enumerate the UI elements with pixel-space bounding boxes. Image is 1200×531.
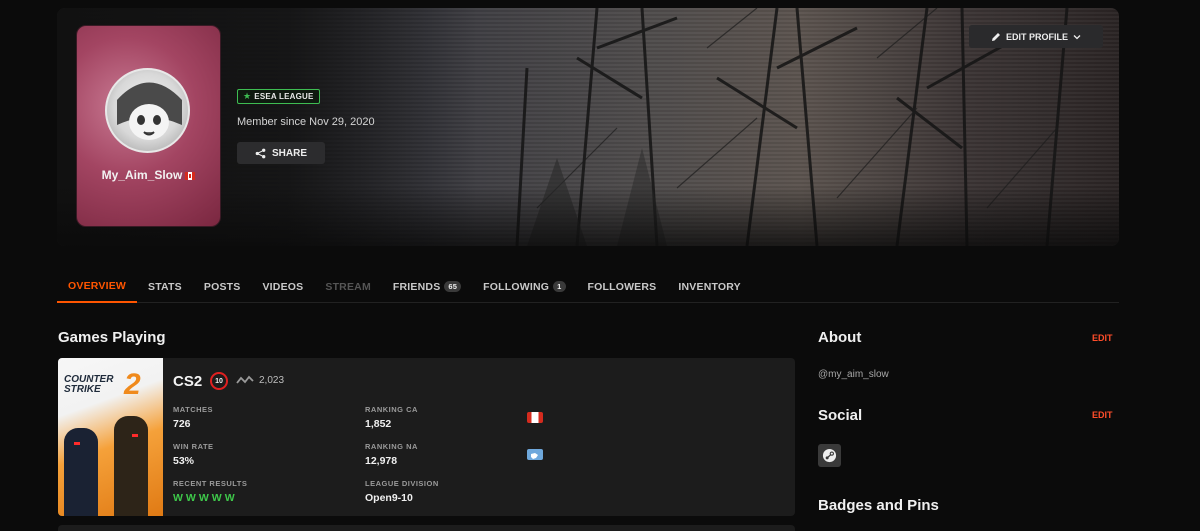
result-win: W <box>224 492 235 504</box>
about-edit-button[interactable]: EDIT <box>1092 333 1113 343</box>
matches-value: 726 <box>173 418 191 430</box>
friends-count-badge: 65 <box>444 281 462 292</box>
result-win: W <box>198 492 209 504</box>
badges-title: Badges and Pins <box>818 497 939 514</box>
ranking-ca-label: RANKING CA <box>365 405 418 414</box>
member-since: Member since Nov 29, 2020 <box>237 116 375 128</box>
game-art-number: 2 <box>124 368 141 401</box>
profile-handle: @my_aim_slow <box>818 369 889 380</box>
canada-flag-icon <box>185 171 196 180</box>
profile-tabs: OVERVIEW STATS POSTS VIDEOS STREAM FRIEN… <box>57 270 1119 303</box>
cs2-game-art: COUNTER STRIKE 2 <box>58 358 163 516</box>
soldier-figure <box>114 416 148 516</box>
esea-badge-label: ESEA LEAGUE <box>254 92 314 101</box>
avatar[interactable] <box>105 68 190 153</box>
elo-icon <box>236 375 254 384</box>
steam-icon <box>822 448 837 463</box>
result-win: W <box>211 492 222 504</box>
win-rate-label: WIN RATE <box>173 442 214 451</box>
avatar-image <box>117 82 182 140</box>
ranking-na-label: RANKING NA <box>365 442 418 451</box>
result-win: W <box>173 492 183 504</box>
tab-following[interactable]: FOLLOWING 1 <box>472 270 576 303</box>
game-art-line2: STRIKE <box>64 384 101 395</box>
tab-followers[interactable]: FOLLOWERS <box>577 270 668 303</box>
tab-stream[interactable]: STREAM <box>314 270 382 303</box>
win-rate-value: 53% <box>173 455 195 467</box>
league-division-label: LEAGUE DIVISION <box>365 479 439 488</box>
tab-videos[interactable]: VIDEOS <box>251 270 314 303</box>
ranking-na-value: 12,978 <box>365 455 398 467</box>
username: My_Aim_Slow <box>76 168 221 182</box>
soldier-figure <box>64 428 98 516</box>
about-title: About <box>818 329 862 346</box>
tab-overview[interactable]: OVERVIEW <box>57 270 138 303</box>
recent-results: WWWWW <box>173 492 238 504</box>
esea-league-badge[interactable]: ★ ESEA LEAGUE <box>237 89 320 104</box>
recent-results-label: RECENT RESULTS <box>173 479 248 488</box>
steam-link-button[interactable] <box>818 444 841 467</box>
share-button[interactable]: SHARE <box>237 142 325 164</box>
game-card[interactable] <box>58 525 795 531</box>
edit-profile-label: EDIT PROFILE <box>1005 31 1068 42</box>
share-icon <box>255 148 266 158</box>
tab-inventory[interactable]: INVENTORY <box>667 270 751 303</box>
canada-flag-icon <box>527 412 543 423</box>
ranking-ca-value: 1,852 <box>365 418 392 430</box>
game-card-cs2[interactable]: COUNTER STRIKE 2 <box>58 358 795 516</box>
league-division-value: Open9-10 <box>365 492 413 504</box>
social-title: Social <box>818 407 863 424</box>
elo-value: 2,023 <box>259 375 285 386</box>
tab-friends[interactable]: FRIENDS 65 <box>382 270 472 303</box>
skill-level-badge: 10 <box>210 372 228 390</box>
tab-posts[interactable]: POSTS <box>193 270 252 303</box>
tab-stats[interactable]: STATS <box>137 270 193 303</box>
edit-profile-button[interactable]: EDIT PROFILE <box>969 25 1103 48</box>
pencil-icon <box>991 32 1000 41</box>
share-label: SHARE <box>271 147 307 159</box>
social-edit-button[interactable]: EDIT <box>1092 410 1113 420</box>
game-name: CS2 <box>173 373 203 390</box>
result-win: W <box>185 492 196 504</box>
north-america-flag-icon <box>527 449 543 460</box>
chevron-down-icon <box>1073 34 1081 39</box>
matches-label: MATCHES <box>173 405 214 414</box>
following-count-badge: 1 <box>553 281 566 292</box>
star-icon: ★ <box>243 91 252 101</box>
games-playing-title: Games Playing <box>58 329 166 346</box>
